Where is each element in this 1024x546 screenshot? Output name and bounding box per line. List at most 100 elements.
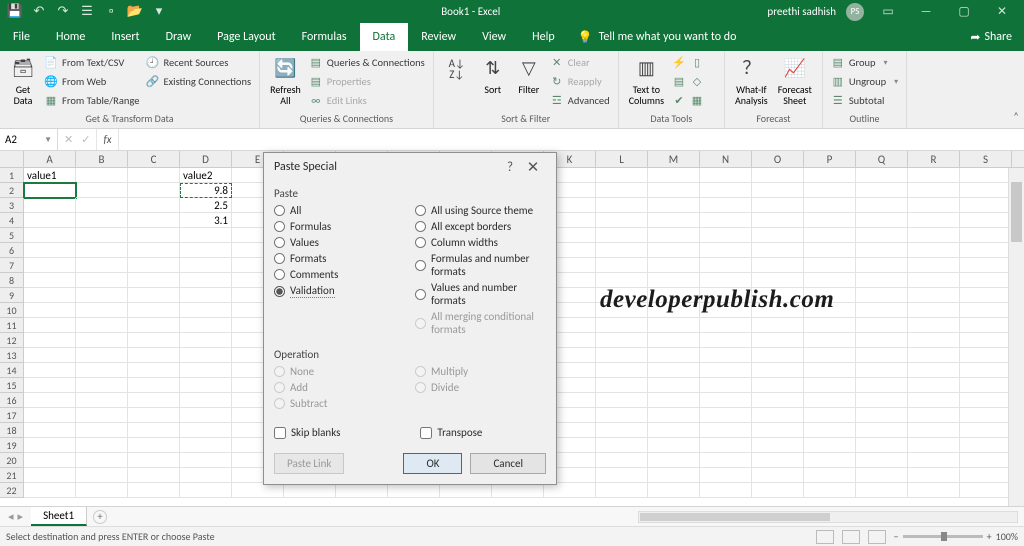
cell-Q18[interactable] [856, 423, 908, 438]
row-header-14[interactable]: 14 [0, 363, 24, 378]
cell-Q6[interactable] [856, 243, 908, 258]
cell-M19[interactable] [648, 438, 700, 453]
from-table-range[interactable]: ▦From Table/Range [44, 92, 139, 109]
cell-C19[interactable] [128, 438, 180, 453]
cell-S1[interactable] [960, 168, 1012, 183]
advanced[interactable]: ☲Advanced [550, 92, 610, 109]
cell-M14[interactable] [648, 363, 700, 378]
cell-K22[interactable] [544, 483, 596, 498]
row-header-1[interactable]: 1 [0, 168, 24, 183]
cell-C18[interactable] [128, 423, 180, 438]
col-header-M[interactable]: M [648, 151, 700, 167]
tab-review[interactable]: Review [408, 23, 469, 51]
cell-D2[interactable]: 9.8 [180, 183, 232, 198]
cell-A21[interactable] [24, 468, 76, 483]
cell-A19[interactable] [24, 438, 76, 453]
col-header-B[interactable]: B [76, 151, 128, 167]
cell-S4[interactable] [960, 213, 1012, 228]
row-header-4[interactable]: 4 [0, 213, 24, 228]
text-to-columns-button[interactable]: ▥Text to Columns [627, 54, 666, 108]
get-data-button[interactable]: 🗃Get Data [8, 54, 38, 108]
ribbon-options-icon[interactable]: ▭ [874, 3, 902, 21]
cell-H22[interactable] [388, 483, 440, 498]
cell-A1[interactable]: value1 [24, 168, 76, 183]
cell-D19[interactable] [180, 438, 232, 453]
cell-D11[interactable] [180, 318, 232, 333]
cell-S12[interactable] [960, 333, 1012, 348]
cell-L14[interactable] [596, 363, 648, 378]
cell-R19[interactable] [908, 438, 960, 453]
cell-B15[interactable] [76, 378, 128, 393]
undo-icon[interactable]: ↶ [30, 3, 48, 21]
cell-N12[interactable] [700, 333, 752, 348]
cell-R22[interactable] [908, 483, 960, 498]
cell-R5[interactable] [908, 228, 960, 243]
cell-O10[interactable] [752, 303, 804, 318]
cell-S5[interactable] [960, 228, 1012, 243]
user-name[interactable]: preethi sadhish [767, 5, 836, 18]
cell-O1[interactable] [752, 168, 804, 183]
cell-S14[interactable] [960, 363, 1012, 378]
radio-all-except-borders[interactable]: All except borders [415, 220, 546, 233]
cell-M20[interactable] [648, 453, 700, 468]
new-icon[interactable]: ▫ [102, 3, 120, 21]
cell-N14[interactable] [700, 363, 752, 378]
avatar[interactable]: PS [846, 3, 864, 21]
cell-M1[interactable] [648, 168, 700, 183]
cell-C4[interactable] [128, 213, 180, 228]
cell-I22[interactable] [440, 483, 492, 498]
cell-C22[interactable] [128, 483, 180, 498]
cell-N16[interactable] [700, 393, 752, 408]
fx-button[interactable]: fx [97, 129, 118, 150]
row-header-13[interactable]: 13 [0, 348, 24, 363]
cell-M7[interactable] [648, 258, 700, 273]
cell-B9[interactable] [76, 288, 128, 303]
radio-formulas[interactable]: Formulas [274, 220, 405, 233]
tab-insert[interactable]: Insert [98, 23, 152, 51]
redo-icon[interactable]: ↷ [54, 3, 72, 21]
cell-A12[interactable] [24, 333, 76, 348]
cell-M16[interactable] [648, 393, 700, 408]
cell-A15[interactable] [24, 378, 76, 393]
cell-A20[interactable] [24, 453, 76, 468]
zoom-in-icon[interactable]: + [987, 530, 992, 543]
cell-O4[interactable] [752, 213, 804, 228]
cell-D20[interactable] [180, 453, 232, 468]
cell-R13[interactable] [908, 348, 960, 363]
cell-C21[interactable] [128, 468, 180, 483]
cell-L2[interactable] [596, 183, 648, 198]
zoom-controls[interactable]: − + 100% [894, 530, 1018, 543]
cell-B18[interactable] [76, 423, 128, 438]
cell-A18[interactable] [24, 423, 76, 438]
filter-button[interactable]: ▽Filter [514, 54, 544, 97]
help-icon[interactable]: ? [500, 160, 520, 175]
cell-P1[interactable] [804, 168, 856, 183]
cell-L19[interactable] [596, 438, 648, 453]
name-box[interactable]: A2▼ [0, 129, 58, 150]
row-header-15[interactable]: 15 [0, 378, 24, 393]
cell-Q20[interactable] [856, 453, 908, 468]
cell-Q3[interactable] [856, 198, 908, 213]
radio-formats[interactable]: Formats [274, 252, 405, 265]
qat-customize-icon[interactable]: ▾ [150, 3, 168, 21]
cell-R8[interactable] [908, 273, 960, 288]
cell-C6[interactable] [128, 243, 180, 258]
cell-Q2[interactable] [856, 183, 908, 198]
row-header-16[interactable]: 16 [0, 393, 24, 408]
cell-M5[interactable] [648, 228, 700, 243]
forecast-sheet-button[interactable]: 📈Forecast Sheet [776, 54, 814, 108]
radio-values[interactable]: Values [274, 236, 405, 249]
cell-O18[interactable] [752, 423, 804, 438]
page-break-button[interactable] [868, 530, 886, 544]
cell-N20[interactable] [700, 453, 752, 468]
cell-N3[interactable] [700, 198, 752, 213]
col-header-N[interactable]: N [700, 151, 752, 167]
cell-P8[interactable] [804, 273, 856, 288]
cell-L5[interactable] [596, 228, 648, 243]
cell-N9[interactable] [700, 288, 752, 303]
cell-D22[interactable] [180, 483, 232, 498]
cell-P21[interactable] [804, 468, 856, 483]
cell-P17[interactable] [804, 408, 856, 423]
radio-formulas-and-number-formats[interactable]: Formulas and number formats [415, 252, 546, 278]
cell-R20[interactable] [908, 453, 960, 468]
